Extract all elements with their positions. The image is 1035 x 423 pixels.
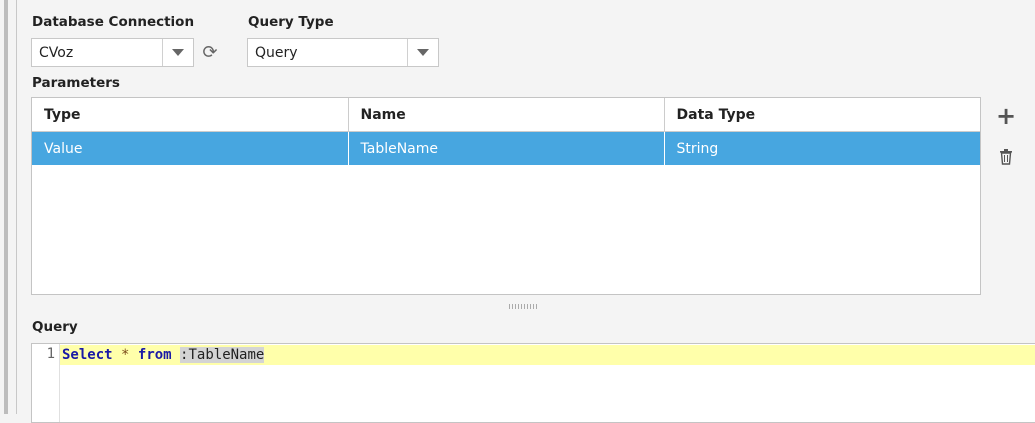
- column-header-type[interactable]: Type: [32, 98, 349, 132]
- chevron-down-icon[interactable]: [407, 39, 438, 66]
- splitter-handle-icon[interactable]: [509, 304, 537, 309]
- column-header-name[interactable]: Name: [348, 98, 665, 132]
- line-gutter: 1: [32, 344, 60, 422]
- parameters-label: Parameters: [32, 75, 120, 91]
- chevron-down-icon[interactable]: [162, 39, 193, 66]
- cell-name[interactable]: TableName: [348, 131, 665, 165]
- trash-icon[interactable]: [998, 148, 1014, 166]
- query-type-label: Query Type: [248, 14, 334, 30]
- parameters-table[interactable]: Type Name Data Type Value TableName Stri…: [31, 97, 981, 295]
- line-number: 1: [46, 346, 55, 362]
- keyword-from: from: [137, 347, 172, 363]
- left-scrollbar[interactable]: [4, 0, 8, 414]
- query-type-value: Query: [255, 44, 298, 61]
- database-connection-value: CVoz: [39, 44, 74, 61]
- query-editor[interactable]: 1 Select * from :TableName: [31, 343, 1035, 423]
- refresh-icon[interactable]: ⟳: [200, 43, 220, 63]
- keyword-select: Select: [62, 347, 113, 363]
- parameter-token: :TableName: [180, 347, 265, 363]
- operator-star: *: [121, 347, 130, 363]
- column-header-data-type[interactable]: Data Type: [664, 98, 980, 132]
- add-icon[interactable]: +: [995, 104, 1017, 128]
- query-type-select[interactable]: Query: [247, 38, 439, 67]
- code-line[interactable]: Select * from :TableName: [60, 345, 1035, 365]
- left-divider: [16, 0, 17, 414]
- cell-data-type[interactable]: String: [664, 131, 980, 165]
- table-row[interactable]: Value TableName String: [32, 131, 980, 165]
- query-label: Query: [32, 319, 78, 335]
- table-header: Type Name Data Type: [32, 98, 980, 132]
- database-connection-label: Database Connection: [32, 14, 195, 30]
- cell-type[interactable]: Value: [32, 131, 349, 165]
- database-connection-select[interactable]: CVoz: [31, 38, 194, 67]
